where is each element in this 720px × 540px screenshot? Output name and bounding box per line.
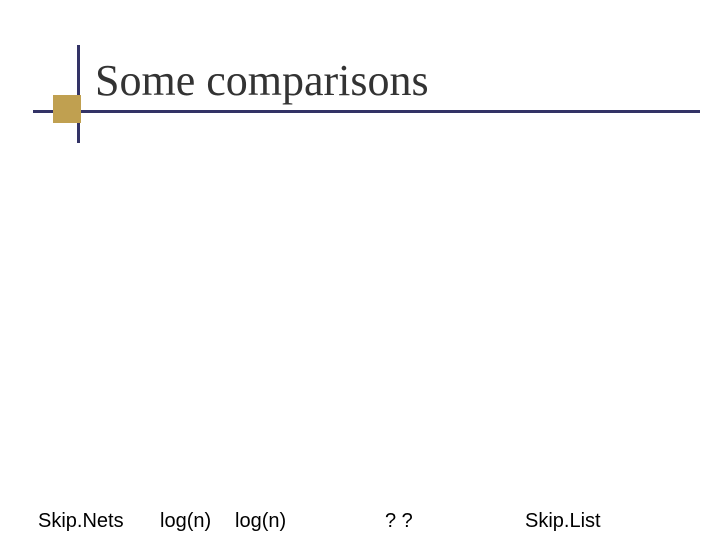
row-label-right: Skip.List [525, 510, 601, 533]
row-label-left: Skip.Nets [38, 510, 124, 533]
title-underline [33, 110, 700, 113]
title-accent-vertical [77, 45, 80, 143]
row-value-3: ? ? [385, 510, 413, 533]
row-value-2: log(n) [235, 510, 286, 533]
title-area: Some comparisons [95, 55, 680, 106]
title-accent-square [53, 95, 81, 123]
row-value-1: log(n) [160, 510, 211, 533]
slide-title: Some comparisons [95, 55, 680, 106]
